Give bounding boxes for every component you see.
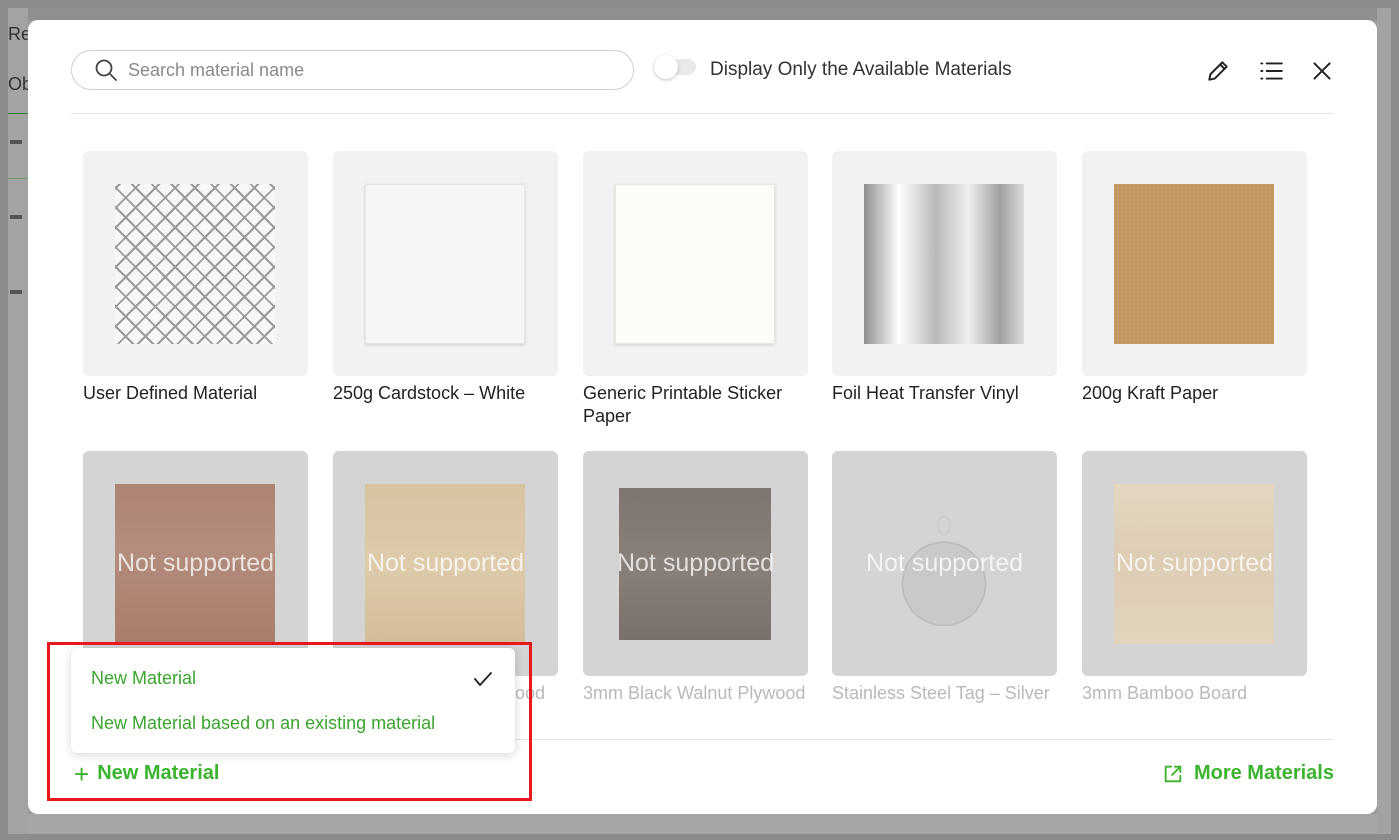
material-swatch (864, 184, 1024, 344)
search-icon (95, 59, 117, 81)
material-thumbnail (83, 151, 308, 376)
list-view-button[interactable] (1256, 56, 1286, 86)
material-thumbnail (583, 151, 808, 376)
material-name: Generic Printable Sticker Paper (583, 383, 783, 426)
list-icon (1260, 62, 1283, 80)
material-name: Stainless Steel Tag – Silver (832, 683, 1050, 703)
not-supported-overlay: Not supported (366, 549, 525, 577)
not-supported-overlay: Not supported (1115, 549, 1274, 577)
background-left-panel: Ret Ob (8, 8, 36, 834)
material-card[interactable]: Foil Heat Transfer Vinyl (832, 151, 1058, 405)
external-link-icon (1164, 765, 1182, 782)
toggle-knob (654, 55, 678, 79)
material-swatch (1114, 184, 1274, 344)
material-thumbnail: Not supported (583, 451, 808, 676)
background-mark (10, 215, 22, 219)
search-input[interactable] (128, 59, 608, 81)
material-name: 3mm Black Walnut Plywood (583, 683, 806, 703)
material-swatch (115, 184, 275, 344)
material-card[interactable]: 200g Kraft Paper (1082, 151, 1308, 405)
material-thumbnail: Not supported (1082, 451, 1307, 676)
close-button[interactable] (1307, 56, 1337, 86)
highlight-box (47, 642, 532, 801)
header-divider (71, 113, 1334, 114)
edit-button[interactable] (1203, 56, 1233, 86)
more-materials-label: More Materials (1193, 762, 1334, 784)
pencil-icon (1208, 61, 1228, 81)
not-supported-overlay: Not supported (116, 549, 275, 577)
not-supported-overlay: Not supported (616, 549, 775, 577)
material-thumbnail (832, 151, 1057, 376)
material-name: 250g Cardstock – White (333, 383, 526, 403)
material-card[interactable]: 250g Cardstock – White (333, 151, 559, 405)
material-name: User Defined Material (83, 383, 258, 403)
material-name: 200g Kraft Paper (1082, 383, 1219, 403)
material-swatch (615, 184, 775, 344)
background-topbar (28, 8, 1377, 20)
background-mark (10, 140, 22, 144)
material-card[interactable]: Generic Printable Sticker Paper (583, 151, 809, 428)
not-supported-overlay: Not supported (865, 549, 1024, 577)
background-divider (8, 113, 28, 114)
more-materials-link[interactable]: More Materials (1162, 762, 1334, 785)
material-thumbnail (333, 151, 558, 376)
material-thumbnail: Not supported (832, 451, 1057, 676)
material-card-unsupported[interactable]: Not supported 3mm Bamboo Board (1082, 451, 1308, 705)
search-box[interactable] (71, 50, 634, 90)
material-swatch (365, 184, 525, 344)
available-only-toggle[interactable] (654, 55, 696, 79)
material-grid: User Defined Material 250g Cardstock – W… (83, 151, 1313, 713)
background-mark (10, 290, 22, 294)
background-divider (8, 178, 28, 179)
material-card-unsupported[interactable]: Not supported 3mm Black Walnut Plywood (583, 451, 809, 705)
available-only-label: Display Only the Available Materials (710, 59, 1012, 80)
background-bottom-bar (28, 814, 1377, 834)
material-card[interactable]: User Defined Material (83, 151, 309, 405)
material-name: 3mm Bamboo Board (1082, 683, 1248, 703)
material-card-unsupported[interactable]: Not supported Stainless Steel Tag – Silv… (832, 451, 1058, 705)
material-name: Foil Heat Transfer Vinyl (832, 383, 1019, 403)
background-right-panel (1377, 8, 1391, 834)
material-thumbnail (1082, 151, 1307, 376)
close-icon (1313, 62, 1331, 80)
